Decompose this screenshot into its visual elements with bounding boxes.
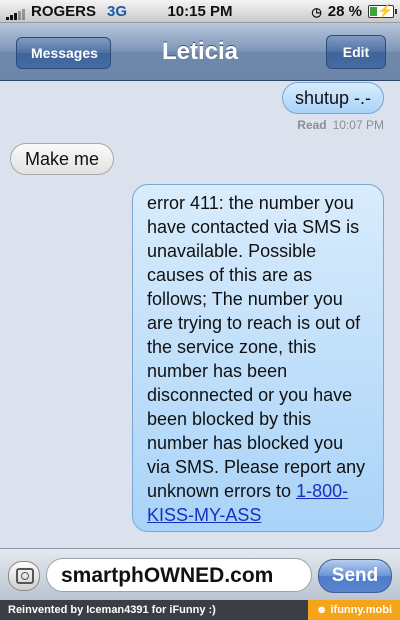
message-bubble-sent[interactable]: shutup -.- xyxy=(281,82,384,114)
read-time: 10:07 PM xyxy=(332,118,384,132)
read-label: Read xyxy=(297,118,327,132)
message-composer: smartphOWNED.com Send xyxy=(0,548,400,601)
status-bar: ROGERS 3G 10:15 PM ◷ 28 % ⚡ xyxy=(0,0,400,23)
send-button[interactable]: Send xyxy=(318,559,392,593)
message-input[interactable]: smartphOWNED.com xyxy=(46,558,312,592)
message-bubble-sent[interactable]: error 411: the number you have contacted… xyxy=(132,184,384,532)
battery-icon: ⚡ xyxy=(368,3,397,18)
site-badge: ☻ ifunny.mobi xyxy=(307,600,400,620)
status-right: ◷ 28 % ⚡ xyxy=(311,3,397,20)
credit-text: Reinvented by Iceman4391 for iFunny :) xyxy=(8,604,216,616)
read-receipt: Read 10:07 PM xyxy=(297,118,384,132)
navigation-bar: Messages Leticia Edit xyxy=(0,23,400,81)
message-text: error 411: the number you have contacted… xyxy=(147,193,366,501)
alarm-icon: ◷ xyxy=(311,4,322,19)
battery-percent: 28 % xyxy=(327,3,362,20)
watermark-footer: Reinvented by Iceman4391 for iFunny :) ☻… xyxy=(0,600,400,620)
edit-button[interactable]: Edit xyxy=(326,35,386,69)
camera-icon[interactable] xyxy=(8,561,40,591)
message-bubble-received[interactable]: Make me xyxy=(10,143,115,175)
